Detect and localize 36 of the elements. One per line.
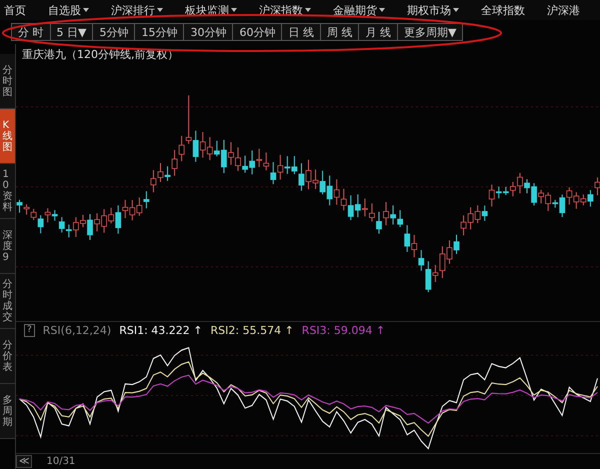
side-tab[interactable]: 分时成交 xyxy=(0,274,15,329)
side-tab[interactable]: 分时图 xyxy=(0,54,15,109)
period-tab[interactable]: 15分钟 xyxy=(134,23,184,41)
menu-item[interactable]: 沪深港 xyxy=(547,2,589,18)
period-tab[interactable]: 周 线 xyxy=(320,23,360,41)
caret-icon xyxy=(157,8,163,12)
indicator-value: RSI1: 43.222 ↑ xyxy=(119,324,203,336)
side-tab[interactable]: 深度9 xyxy=(0,219,15,274)
menu-item[interactable]: 首页 xyxy=(4,2,35,18)
side-tab[interactable]: 10资料 xyxy=(0,164,15,219)
caret-icon xyxy=(83,8,89,12)
period-tab[interactable]: 5 日▼ xyxy=(50,23,94,41)
menu-item[interactable]: 金融期货 xyxy=(333,2,394,18)
indicator-value: RSI2: 55.574 ↑ xyxy=(210,324,294,336)
menu-item[interactable]: 自选股 xyxy=(48,2,98,18)
menu-item[interactable]: 沪深排行 xyxy=(111,2,172,18)
side-tab[interactable]: 多周期 xyxy=(0,384,15,439)
period-tab[interactable]: 60分钟 xyxy=(232,23,282,41)
period-tab[interactable]: 5分钟 xyxy=(92,23,136,41)
scroll-left-button[interactable]: ≪ xyxy=(16,455,32,468)
period-tab[interactable]: 月 线 xyxy=(358,23,398,41)
period-tab[interactable]: 更多周期▼ xyxy=(396,23,464,41)
caret-icon xyxy=(305,8,311,12)
help-icon[interactable]: ? xyxy=(24,324,35,336)
caret-icon xyxy=(379,8,385,12)
side-tab[interactable]: 分价表 xyxy=(0,329,15,384)
menu-item[interactable]: 全球指数 xyxy=(481,2,534,18)
caret-icon xyxy=(231,8,237,12)
axis-date: 10/31 xyxy=(46,456,76,467)
caret-icon xyxy=(453,8,459,12)
indicator-name: RSI(6,12,24) xyxy=(42,324,112,336)
period-tab[interactable]: 日 线 xyxy=(281,23,321,41)
menu-item[interactable]: 期权市场 xyxy=(407,2,468,18)
side-tab[interactable]: K线图 xyxy=(0,109,15,164)
indicator-value: RSI3: 59.094 ↑ xyxy=(302,324,386,336)
period-tab[interactable]: 30分钟 xyxy=(183,23,234,41)
